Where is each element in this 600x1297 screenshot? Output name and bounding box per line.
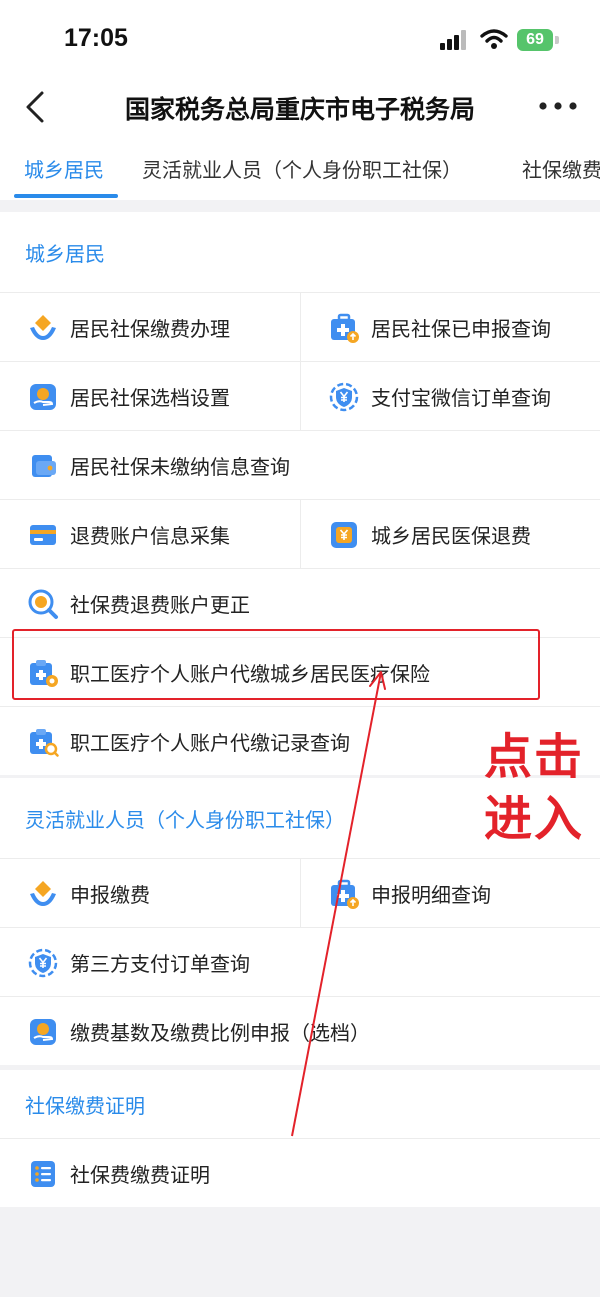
annotation-text: 点击进入 — [484, 729, 585, 847]
annotation-arrow — [291, 671, 386, 1137]
